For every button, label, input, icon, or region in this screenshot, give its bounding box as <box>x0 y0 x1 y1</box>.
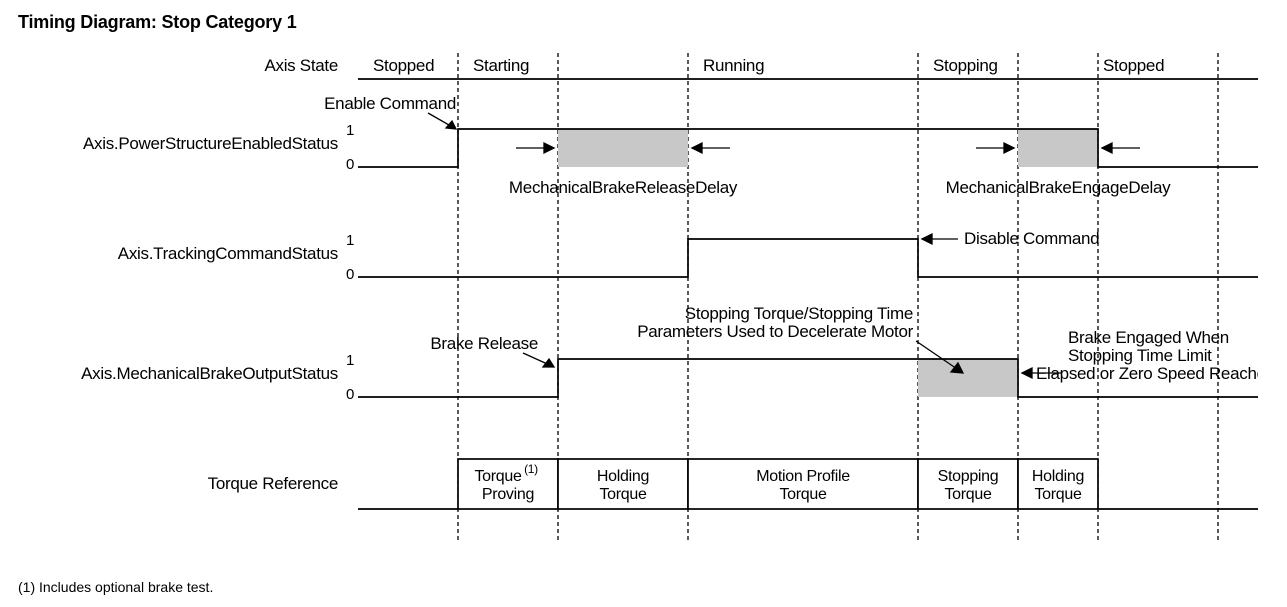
tq-hold2-a: Holding <box>1032 468 1084 485</box>
power-hi: 1 <box>346 122 354 139</box>
arrow-enable-command <box>428 113 456 129</box>
label-brake: Axis.MechanicalBrakeOutputStatus <box>81 364 338 383</box>
timing-diagram: Axis State Stopped Starting Running Stop… <box>18 41 1269 551</box>
state-running: Running <box>703 56 764 75</box>
label-enable-command: Enable Command <box>324 94 456 113</box>
label-stoptorque-2: Parameters Used to Decelerate Motor <box>637 322 913 341</box>
tq-stop-1: Stopping <box>938 468 999 485</box>
shade-engage-delay <box>1018 129 1098 167</box>
state-starting: Starting <box>473 56 529 75</box>
track-hi: 1 <box>346 232 354 249</box>
label-brake-release: Brake Release <box>430 334 538 353</box>
tq-stop-2: Torque <box>944 486 992 503</box>
row-brake: Axis.MechanicalBrakeOutputStatus 1 0 Sto… <box>81 304 1258 403</box>
tq-hold1-a: Holding <box>597 468 649 485</box>
label-release-delay: MechanicalBrakeReleaseDelay <box>509 178 738 197</box>
brake-lo: 0 <box>346 386 354 403</box>
label-brake-engaged-3: Elapsed or Zero Speed Reached <box>1036 364 1258 383</box>
shade-stopping <box>918 359 1018 397</box>
tq-proving-sup: (1) <box>524 462 538 476</box>
state-stopped-1: Stopped <box>373 56 434 75</box>
power-lo: 0 <box>346 156 354 173</box>
arrow-disable-command <box>922 234 958 244</box>
arrow-brake-release <box>523 353 554 367</box>
row-axis-state: Axis State Stopped Starting Running Stop… <box>264 56 1258 79</box>
state-stopping: Stopping <box>933 56 998 75</box>
state-stopped-2: Stopped <box>1103 56 1164 75</box>
label-engage-delay: MechanicalBrakeEngageDelay <box>946 178 1171 197</box>
label-torque: Torque Reference <box>208 474 338 493</box>
label-axis-state: Axis State <box>264 56 338 75</box>
tq-motion-2: Torque <box>779 486 827 503</box>
row-power: Axis.PowerStructureEnabledStatus 1 0 Ena… <box>83 94 1258 197</box>
row-torque: Torque Reference Torque (1) Proving Hold… <box>208 459 1258 509</box>
label-power: Axis.PowerStructureEnabledStatus <box>83 134 338 153</box>
brake-hi: 1 <box>346 352 354 369</box>
shade-release-delay <box>558 129 688 167</box>
label-brake-engaged-1: Brake Engaged When <box>1068 328 1229 347</box>
track-lo: 0 <box>346 266 354 283</box>
tq-proving-1: Torque <box>474 468 522 485</box>
tq-proving-2: Proving <box>482 486 534 503</box>
label-disable-command: Disable Command <box>964 229 1099 248</box>
label-tracking: Axis.TrackingCommandStatus <box>118 244 338 263</box>
label-stoptorque-1: Stopping Torque/Stopping Time <box>685 304 913 323</box>
diagram-title: Timing Diagram: Stop Category 1 <box>18 12 1269 33</box>
tq-hold2-b: Torque <box>1034 486 1082 503</box>
label-brake-engaged-2: Stopping Time Limit <box>1068 346 1212 365</box>
tq-motion-1: Motion Profile <box>756 468 850 485</box>
tq-hold1-b: Torque <box>599 486 647 503</box>
footnote: (1) Includes optional brake test. <box>18 579 1269 595</box>
